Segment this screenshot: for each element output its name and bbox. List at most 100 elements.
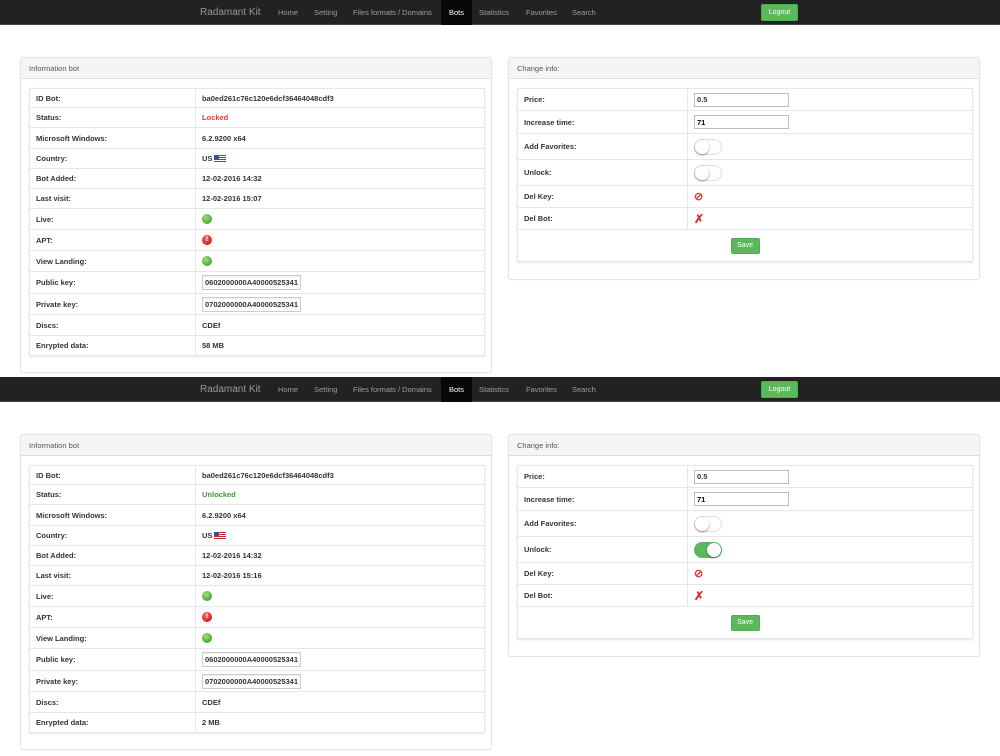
row-value: ✗ <box>687 584 973 607</box>
price-input[interactable]: 0.5 <box>694 469 789 484</box>
add-favorites-toggle[interactable] <box>694 515 722 532</box>
logout-button[interactable]: Logout <box>761 381 798 398</box>
nav-item-home[interactable]: Home <box>270 377 306 402</box>
row-label: Del Key: <box>517 185 688 208</box>
information-bot-panel: Information bot ID Bot: ba0ed261c76c120e6d… <box>20 434 492 750</box>
nav-item-search[interactable]: Search <box>564 0 604 25</box>
brand-logo[interactable]: Radamant Kit <box>200 384 261 395</box>
table-row: Bot Added: 12-02-2016 14:32 <box>29 168 485 189</box>
logout-button[interactable]: Logout <box>761 4 798 21</box>
row-label: Public key: <box>29 648 196 671</box>
nav-item-favorites[interactable]: Favorites <box>518 0 565 25</box>
save-button[interactable]: Save <box>730 614 760 631</box>
country-value: US <box>202 530 213 540</box>
nav-item-favorites[interactable]: Favorites <box>518 377 565 402</box>
nav-item-statistics[interactable]: Statistics <box>471 0 517 25</box>
row-value: US <box>195 148 485 169</box>
row-label: Enrypted data: <box>29 335 196 356</box>
row-label: Add Favorites: <box>517 133 688 160</box>
panel-title: Information bot <box>21 435 491 456</box>
row-label: Bot Added: <box>29 168 196 189</box>
table-row: Status: Locked <box>29 107 485 128</box>
table-row: Private key: 0702000000A40000525341 <box>29 293 485 315</box>
delete-x-icon[interactable]: ✗ <box>694 589 704 603</box>
value-text: 58 MB <box>202 341 225 350</box>
bot-info-table: ID Bot: ba0ed261c76c120e6dcf36464048cdf3 S… <box>29 465 485 733</box>
row-value: Locked <box>195 107 485 128</box>
key-field[interactable]: 0702000000A40000525341 <box>202 296 302 312</box>
key-field[interactable]: 0602000000A40000525341 <box>202 652 302 667</box>
row-label: View Landing: <box>29 250 196 272</box>
us-flag-icon <box>214 155 227 163</box>
key-field[interactable]: 0602000000A40000525341 <box>202 275 302 290</box>
table-row: View Landing: <box>29 250 485 272</box>
row-value: 0.5 <box>687 88 973 111</box>
row-label: Status: <box>29 484 196 505</box>
screen-2: Radamant Kit Home Setting Files formats / D… <box>0 377 1000 754</box>
unlock-toggle[interactable] <box>694 164 722 181</box>
key-field[interactable]: 0702000000A40000525341 <box>202 673 302 689</box>
save-button[interactable]: Save <box>730 237 760 254</box>
nav-item-setting[interactable]: Setting <box>306 0 345 25</box>
row-label: Microsoft Windows: <box>29 504 196 526</box>
increase-time-input[interactable] <box>694 115 789 129</box>
increase-time-input[interactable] <box>694 492 789 506</box>
row-label: APT: <box>29 606 196 628</box>
nav-item-files-formats-domains[interactable]: Files formats / Domains <box>345 0 440 25</box>
ban-icon[interactable]: ⊘ <box>694 191 703 203</box>
change-info-panel: Change info: Price: 0.5 Increase time:Add F… <box>508 434 980 657</box>
check-circle-icon <box>202 633 212 643</box>
unlock-toggle[interactable] <box>694 541 722 558</box>
nav-item-bots[interactable]: Bots <box>441 377 473 402</box>
row-label: Last visit: <box>29 188 196 209</box>
row-value <box>687 487 973 511</box>
check-circle-icon <box>202 591 212 601</box>
nav-item-home[interactable]: Home <box>270 0 306 25</box>
nav-item-search[interactable]: Search <box>564 377 604 402</box>
brand-logo[interactable]: Radamant Kit <box>200 7 261 18</box>
price-input[interactable]: 0.5 <box>694 92 789 107</box>
change-info-table: Price: 0.5 Increase time:Add Favorites:Unl… <box>517 465 973 639</box>
screen-1: Radamant Kit Home Setting Files formats / D… <box>0 0 1000 377</box>
value-text: CDEf <box>202 697 221 707</box>
row-label: Private key: <box>29 670 196 692</box>
row-value: US <box>195 525 485 546</box>
table-row: Add Favorites: <box>517 510 973 537</box>
row-label: Price: <box>517 88 688 111</box>
table-row: Enrypted data: 2 MB <box>29 712 485 733</box>
row-label: Bot Added: <box>29 545 196 566</box>
change-info-table: Price: 0.5 Increase time:Add Favorites:Unl… <box>517 88 973 262</box>
row-value <box>687 159 973 186</box>
page: Radamant Kit Home Setting Files formats / D… <box>0 0 1000 754</box>
ban-icon[interactable]: ⊘ <box>694 568 703 580</box>
table-row: Private key: 0702000000A40000525341 <box>29 670 485 692</box>
row-value: CDEf <box>195 691 485 713</box>
table-row: Public key: 0602000000A40000525341 <box>29 271 485 294</box>
value-text: 12-02-2016 14:32 <box>202 174 262 183</box>
save-cell: Save <box>517 229 973 262</box>
row-value: CDEf <box>195 314 485 336</box>
table-row: Del Key: ⊘ <box>517 562 973 585</box>
country-value: US <box>202 153 213 163</box>
check-circle-icon <box>202 214 212 224</box>
add-favorites-toggle[interactable] <box>694 138 722 155</box>
save-row: Save <box>517 229 973 262</box>
delete-x-icon[interactable]: ✗ <box>694 212 704 226</box>
table-row: Microsoft Windows: 6.2.9200 x64 <box>29 504 485 526</box>
nav-item-bots[interactable]: Bots <box>441 0 473 25</box>
table-row: Add Favorites: <box>517 133 973 160</box>
row-value: 0702000000A40000525341 <box>195 293 485 315</box>
navbar: Radamant Kit Home Setting Files formats / D… <box>0 377 1000 402</box>
value-text: 12-02-2016 15:07 <box>202 194 262 203</box>
table-row: Unlock: <box>517 159 973 186</box>
nav-item-files-formats-domains[interactable]: Files formats / Domains <box>345 377 440 402</box>
table-row: Status: Unlocked <box>29 484 485 505</box>
row-label: Del Bot: <box>517 584 688 607</box>
row-label: Live: <box>29 585 196 607</box>
nav-item-statistics[interactable]: Statistics <box>471 377 517 402</box>
table-row: Del Bot: ✗ <box>517 584 973 607</box>
save-cell: Save <box>517 606 973 639</box>
row-value <box>195 208 485 230</box>
table-row: Price: 0.5 <box>517 88 973 111</box>
nav-item-setting[interactable]: Setting <box>306 377 345 402</box>
